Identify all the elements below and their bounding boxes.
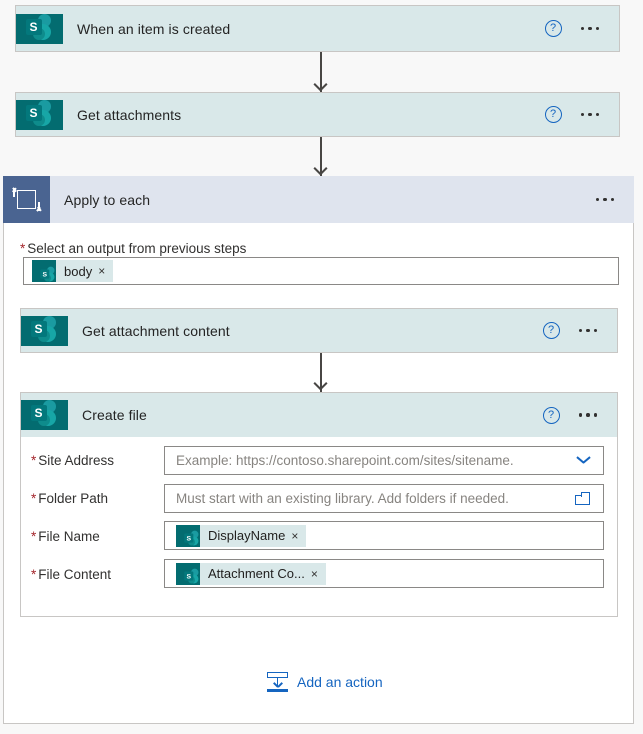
- help-icon[interactable]: ?: [542, 322, 560, 339]
- required-marker: *: [31, 491, 37, 506]
- card-header: S When an item is created ?: [16, 6, 619, 51]
- more-menu-button[interactable]: [580, 112, 599, 117]
- apply-to-each-header[interactable]: Apply to each: [3, 176, 634, 223]
- chevron-down-icon[interactable]: [577, 454, 590, 467]
- step-card-get-attachments[interactable]: S Get attachments ?: [15, 92, 620, 137]
- sharepoint-icon: S: [16, 99, 63, 130]
- help-icon[interactable]: ?: [542, 406, 560, 424]
- file-name-label: * File Name: [31, 529, 100, 544]
- apply-to-each-title: Apply to each: [64, 191, 151, 208]
- file-name-label-text: File Name: [38, 529, 100, 544]
- select-output-input[interactable]: S body ×: [23, 257, 619, 285]
- connector-arrow-1: [311, 52, 331, 93]
- token-chip-attachment-content[interactable]: S Attachment Co... ×: [176, 562, 326, 585]
- required-marker: *: [31, 567, 37, 582]
- more-menu-button[interactable]: [578, 413, 597, 417]
- file-content-label: * File Content: [31, 567, 111, 582]
- token-chip-display-name[interactable]: S DisplayName ×: [176, 524, 307, 547]
- sharepoint-icon: S: [21, 315, 68, 346]
- sharepoint-icon: S: [176, 524, 200, 547]
- card-header: S Get attachments ?: [16, 93, 619, 136]
- card-header: S Get attachment content ?: [21, 309, 617, 352]
- card-title: Get attachments: [77, 106, 182, 123]
- site-address-placeholder: Example: https://contoso.sharepoint.com/…: [176, 453, 514, 468]
- help-icon[interactable]: ?: [544, 20, 562, 37]
- card-title: Get attachment content: [82, 322, 230, 339]
- more-menu-button[interactable]: [578, 328, 597, 333]
- add-action-button[interactable]: Add an action: [267, 672, 383, 692]
- help-icon[interactable]: ?: [544, 106, 562, 123]
- file-content-label-text: File Content: [38, 567, 112, 582]
- folder-path-label: * Folder Path: [31, 491, 108, 506]
- token-remove-button[interactable]: ×: [98, 265, 113, 277]
- file-content-input[interactable]: S Attachment Co... ×: [164, 559, 604, 588]
- token-remove-button[interactable]: ×: [291, 530, 306, 542]
- site-address-input[interactable]: Example: https://contoso.sharepoint.com/…: [164, 446, 604, 475]
- required-marker: *: [31, 453, 37, 468]
- loop-icon: [3, 176, 50, 223]
- step-card-get-attachment-content[interactable]: S Get attachment content ?: [20, 308, 618, 353]
- file-name-input[interactable]: S DisplayName ×: [164, 521, 604, 550]
- required-marker: *: [20, 241, 26, 256]
- card-header: S Create file ?: [21, 393, 617, 437]
- sharepoint-icon: S: [32, 260, 56, 282]
- site-address-label-text: Site Address: [38, 453, 115, 468]
- sharepoint-icon: S: [21, 400, 68, 430]
- add-action-label: Add an action: [297, 674, 383, 690]
- connector-arrow-3: [311, 353, 331, 392]
- token-label: DisplayName: [208, 528, 286, 543]
- create-file-header[interactable]: S Create file ?: [20, 392, 618, 437]
- step-card-when-an-item-is-created[interactable]: S When an item is created ?: [15, 5, 620, 52]
- sharepoint-icon: S: [176, 562, 200, 585]
- required-marker: *: [31, 529, 37, 544]
- token-remove-button[interactable]: ×: [311, 568, 326, 580]
- more-menu-button[interactable]: [595, 197, 614, 202]
- more-menu-button[interactable]: [580, 26, 599, 31]
- folder-path-label-text: Folder Path: [38, 491, 109, 506]
- sharepoint-icon: S: [16, 13, 63, 44]
- select-output-label-text: Select an output from previous steps: [27, 241, 247, 256]
- token-label: Attachment Co...: [208, 566, 305, 581]
- token-chip-body[interactable]: S body ×: [32, 260, 114, 282]
- card-title: When an item is created: [77, 20, 231, 37]
- folder-path-input[interactable]: Must start with an existing library. Add…: [164, 484, 604, 513]
- card-title: Create file: [82, 407, 147, 423]
- token-label: body: [64, 263, 93, 279]
- site-address-label: * Site Address: [31, 453, 114, 468]
- folder-path-placeholder: Must start with an existing library. Add…: [176, 491, 509, 506]
- folder-picker-icon[interactable]: [575, 492, 590, 505]
- connector-arrow-2: [311, 137, 331, 177]
- select-output-label: * Select an output from previous steps: [20, 241, 246, 256]
- add-action-icon: [267, 672, 288, 692]
